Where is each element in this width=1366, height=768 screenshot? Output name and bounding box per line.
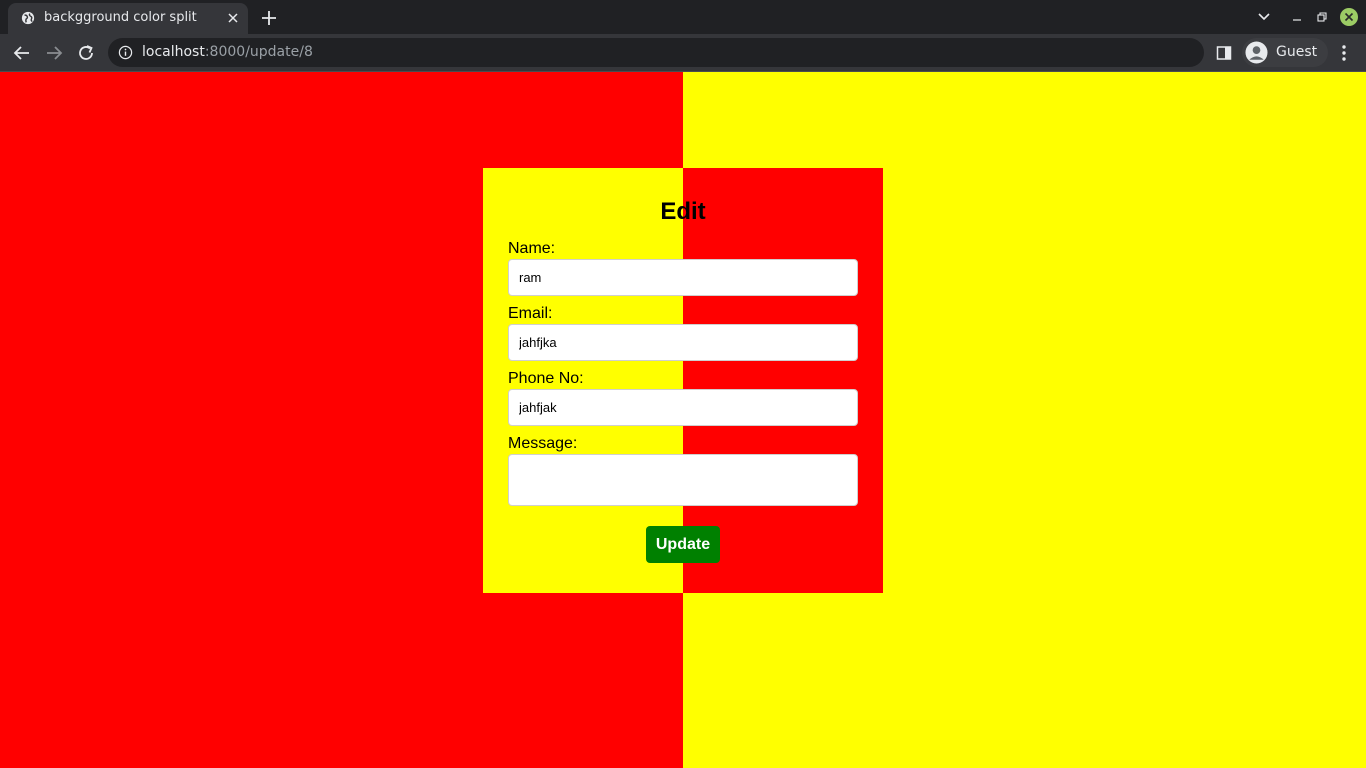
message-textarea[interactable] — [508, 454, 858, 506]
url-host: localhost — [142, 44, 205, 60]
arrow-right-icon[interactable] — [44, 43, 64, 63]
name-input[interactable] — [508, 259, 858, 296]
url-path: :8000/update/8 — [204, 44, 313, 60]
person-icon — [1245, 41, 1268, 64]
globe-icon — [21, 11, 35, 25]
profile-name: Guest — [1276, 44, 1318, 60]
edit-form: Edit Name: Email: Phone No: Message: Upd… — [508, 168, 858, 593]
arrow-left-icon[interactable] — [12, 43, 32, 63]
message-label: Message: — [508, 435, 578, 452]
page-viewport: Edit Name: Email: Phone No: Message: Upd… — [0, 72, 1366, 768]
edit-form-card: Edit Name: Email: Phone No: Message: Upd… — [483, 168, 883, 593]
close-icon[interactable] — [1340, 8, 1358, 26]
address-bar[interactable]: localhost:8000/update/8 — [108, 38, 1204, 67]
chevron-down-icon[interactable] — [1257, 10, 1271, 24]
phone-input[interactable] — [508, 389, 858, 426]
restore-icon[interactable] — [1315, 10, 1329, 24]
tab-title: backgground color split — [44, 10, 197, 25]
profile-button[interactable]: Guest — [1242, 38, 1328, 67]
reload-icon[interactable] — [76, 43, 96, 63]
browser-toolbar: localhost:8000/update/8 Guest — [0, 34, 1366, 72]
plus-icon[interactable] — [259, 8, 279, 28]
info-icon[interactable] — [118, 45, 133, 60]
more-vert-icon[interactable] — [1337, 43, 1351, 63]
browser-titlebar: backgground color split — [0, 0, 1366, 34]
email-input[interactable] — [508, 324, 858, 361]
browser-tab[interactable]: backgground color split — [8, 3, 248, 34]
update-button[interactable]: Update — [646, 526, 720, 563]
side-panel-icon[interactable] — [1216, 45, 1232, 61]
name-label: Name: — [508, 240, 556, 257]
close-icon[interactable] — [226, 11, 240, 25]
phone-label: Phone No: — [508, 370, 584, 387]
url-text: localhost:8000/update/8 — [142, 44, 313, 60]
email-label: Email: — [508, 305, 553, 322]
form-title: Edit — [660, 198, 706, 225]
minimize-icon[interactable] — [1290, 10, 1304, 24]
